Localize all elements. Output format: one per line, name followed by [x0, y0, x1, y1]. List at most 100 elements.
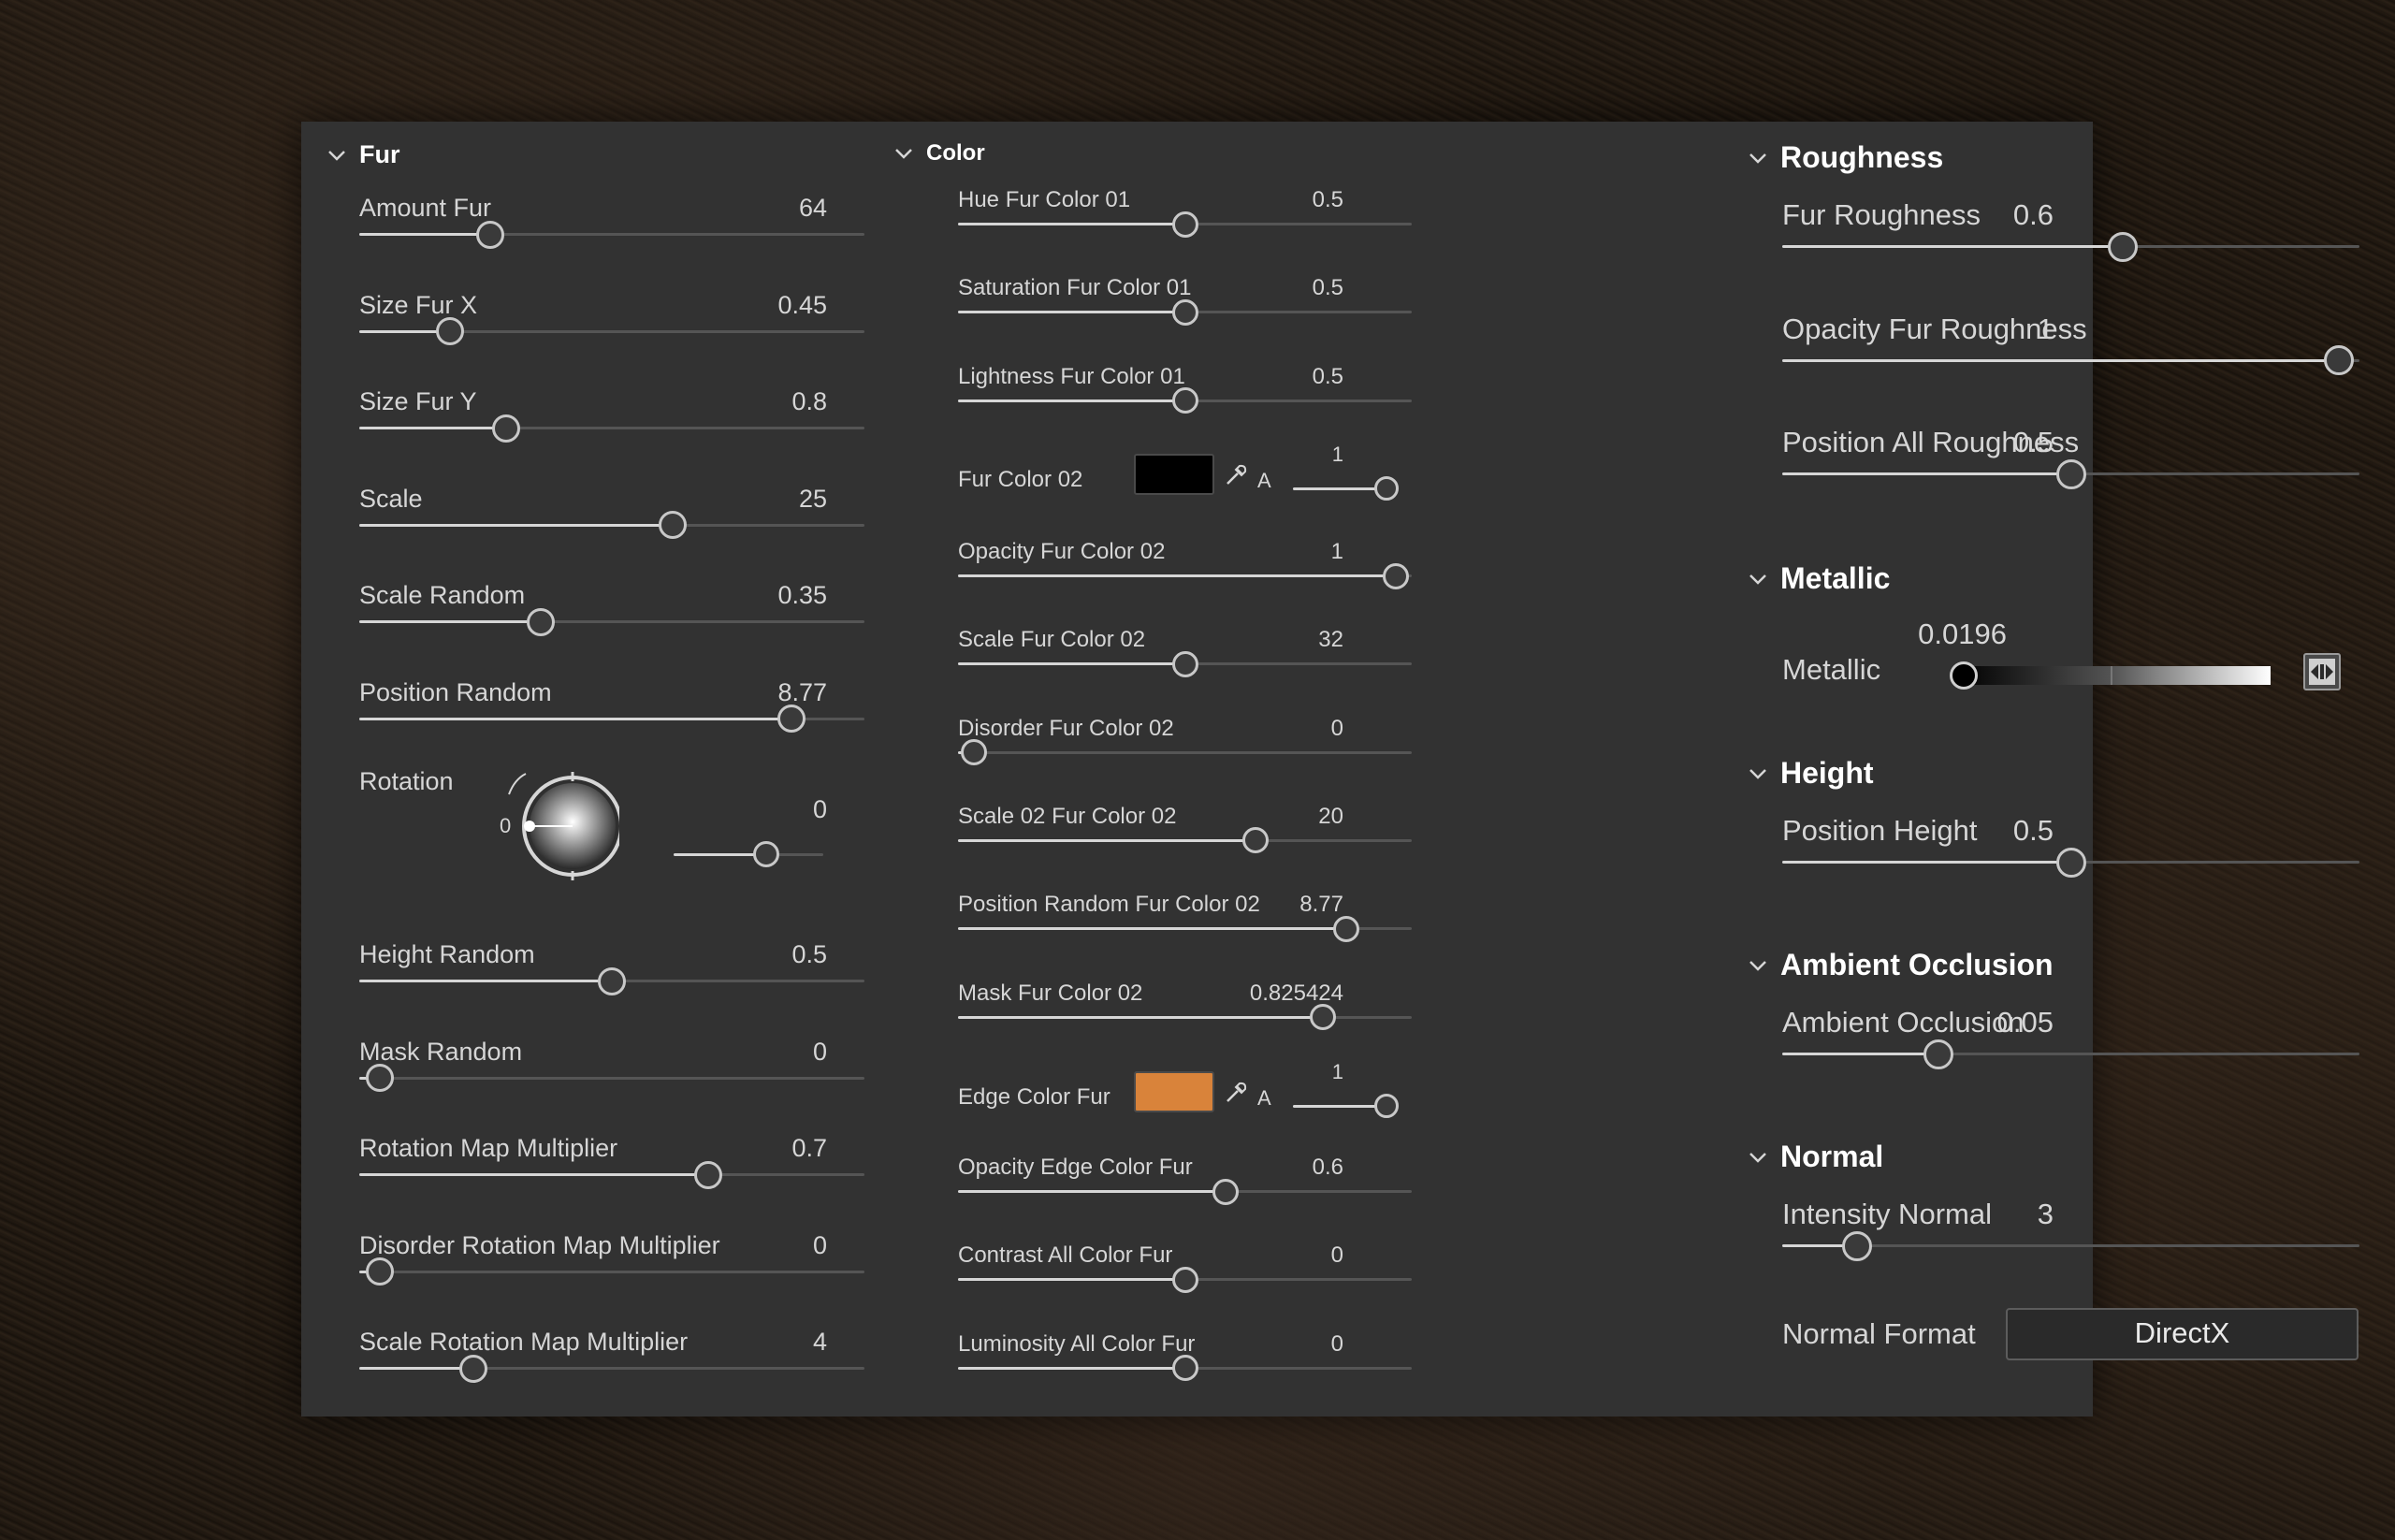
param-label: Contrast All Color Fur	[958, 1242, 1173, 1269]
slider-thumb[interactable]	[1842, 1230, 1873, 1261]
slider-track[interactable]	[958, 650, 1412, 677]
slider-fill	[958, 399, 1185, 402]
slider-thumb[interactable]	[1171, 1266, 1198, 1293]
slider-thumb[interactable]	[1171, 1355, 1198, 1382]
slider-thumb[interactable]	[1171, 211, 1198, 238]
chevron-down-icon[interactable]	[893, 142, 915, 165]
slider-track[interactable]	[958, 298, 1412, 326]
slider-track[interactable]	[359, 220, 864, 249]
alpha-value: 1	[1331, 1060, 1343, 1083]
slider-thumb[interactable]	[1212, 1178, 1240, 1205]
param-value: 0.35	[777, 581, 827, 609]
metallic-section-header[interactable]: Metallic	[1747, 561, 1890, 596]
chevron-down-icon[interactable]	[1747, 763, 1769, 785]
slider-thumb[interactable]	[598, 966, 626, 995]
slider-track[interactable]	[958, 739, 1412, 766]
slider-thumb[interactable]	[365, 1064, 394, 1092]
slider-thumb[interactable]	[753, 841, 780, 867]
param-opacity-edge-color-fur: Opacity Edge Color Fur 0.6	[881, 1155, 1412, 1242]
color-swatch[interactable]	[1134, 454, 1214, 495]
slider-thumb[interactable]	[2055, 458, 2086, 489]
slider-thumb[interactable]	[1241, 827, 1269, 854]
normal-section-header[interactable]: Normal	[1747, 1140, 1883, 1174]
slider-track[interactable]	[359, 966, 864, 995]
slider-track[interactable]	[958, 1004, 1412, 1030]
slider-track[interactable]	[958, 387, 1412, 414]
rotation-slider-track[interactable]	[674, 841, 823, 867]
slider-track[interactable]	[958, 827, 1412, 854]
slider-thumb[interactable]	[527, 607, 556, 636]
slider-thumb[interactable]	[491, 414, 520, 443]
roughness-section-header[interactable]: Roughness	[1747, 140, 1943, 175]
param-fur-color-02: Fur Color 02 A 1	[881, 443, 1405, 519]
slider-thumb[interactable]	[365, 1257, 394, 1286]
slider-thumb[interactable]	[1374, 476, 1399, 501]
slider-thumb[interactable]	[777, 705, 806, 733]
slider-thumb[interactable]	[1171, 650, 1198, 677]
color-column: Color Hue Fur Color 01 0.5 Saturation Fur …	[881, 122, 1412, 1417]
slider-thumb[interactable]	[1310, 1004, 1337, 1030]
slider-track[interactable]	[958, 915, 1412, 942]
slider-track[interactable]	[958, 562, 1412, 589]
slider-thumb[interactable]	[1332, 915, 1359, 942]
normal-format-dropdown[interactable]: DirectX	[2006, 1308, 2359, 1360]
slider-track[interactable]	[359, 607, 864, 636]
slider-track[interactable]	[359, 1160, 864, 1189]
slider-thumb[interactable]	[693, 1160, 722, 1189]
slider-track[interactable]	[1782, 1230, 2359, 1261]
param-label: Height Random	[359, 940, 535, 968]
param-position-height: Position Height 0.5	[1405, 814, 2359, 928]
slider-thumb[interactable]	[1923, 1039, 1953, 1069]
slider-thumb[interactable]	[2055, 847, 2086, 878]
metallic-gradient-slider[interactable]	[1949, 661, 2271, 690]
slider-thumb[interactable]	[658, 511, 687, 539]
slider-thumb[interactable]	[960, 739, 987, 766]
slider-track[interactable]	[958, 1266, 1412, 1293]
param-normal-format: Normal Format DirectX	[1405, 1308, 2359, 1364]
slider-track[interactable]	[958, 1355, 1412, 1382]
slider-track[interactable]	[958, 211, 1412, 238]
slider-thumb[interactable]	[1171, 298, 1198, 326]
slider-thumb[interactable]	[2324, 345, 2355, 375]
chevron-down-icon[interactable]	[1747, 147, 1769, 169]
alpha-slider-track[interactable]	[1293, 476, 1399, 501]
slider-thumb[interactable]	[1171, 387, 1198, 414]
color-section-header[interactable]: Color	[893, 140, 985, 167]
fur-section-header[interactable]: Fur	[326, 140, 400, 169]
alpha-slider-track[interactable]	[1293, 1094, 1399, 1118]
height-section-header[interactable]: Height	[1747, 756, 1874, 791]
slider-track[interactable]	[359, 414, 864, 443]
chevron-down-icon[interactable]	[1747, 1146, 1769, 1169]
slider-track[interactable]	[1782, 458, 2359, 489]
slider-track[interactable]	[359, 511, 864, 539]
slider-track[interactable]	[1782, 847, 2359, 878]
param-intensity-normal: Intensity Normal 3	[1405, 1198, 2359, 1312]
slider-thumb[interactable]	[476, 220, 505, 249]
slider-track[interactable]	[958, 1178, 1412, 1205]
eyedropper-icon[interactable]	[1224, 1081, 1248, 1105]
chevron-down-icon[interactable]	[326, 144, 348, 167]
slider-track[interactable]	[1782, 345, 2359, 375]
slider-thumb[interactable]	[2108, 231, 2139, 262]
slider-fill	[958, 1190, 1227, 1193]
eyedropper-icon[interactable]	[1224, 463, 1248, 487]
param-contrast-all-color-fur: Contrast All Color Fur 0	[881, 1242, 1412, 1330]
slider-thumb[interactable]	[436, 317, 465, 345]
binary-switch-icon[interactable]	[2303, 653, 2341, 690]
slider-thumb[interactable]	[1949, 661, 1978, 690]
slider-track[interactable]	[359, 1064, 864, 1092]
slider-track[interactable]	[359, 705, 864, 733]
slider-track[interactable]	[1782, 1039, 2359, 1069]
slider-track[interactable]	[1782, 231, 2359, 262]
slider-track[interactable]	[359, 1354, 864, 1383]
param-value: 0.5	[2012, 426, 2054, 458]
slider-thumb[interactable]	[458, 1354, 487, 1383]
chevron-down-icon[interactable]	[1747, 954, 1769, 977]
slider-track[interactable]	[359, 1257, 864, 1286]
chevron-down-icon[interactable]	[1747, 568, 1769, 590]
slider-track[interactable]	[359, 317, 864, 345]
slider-thumb[interactable]	[1374, 1094, 1399, 1118]
ambient-occlusion-section-header[interactable]: Ambient Occlusion	[1747, 948, 2054, 982]
color-swatch[interactable]	[1134, 1071, 1214, 1112]
rotation-dial-icon[interactable]	[498, 763, 627, 884]
